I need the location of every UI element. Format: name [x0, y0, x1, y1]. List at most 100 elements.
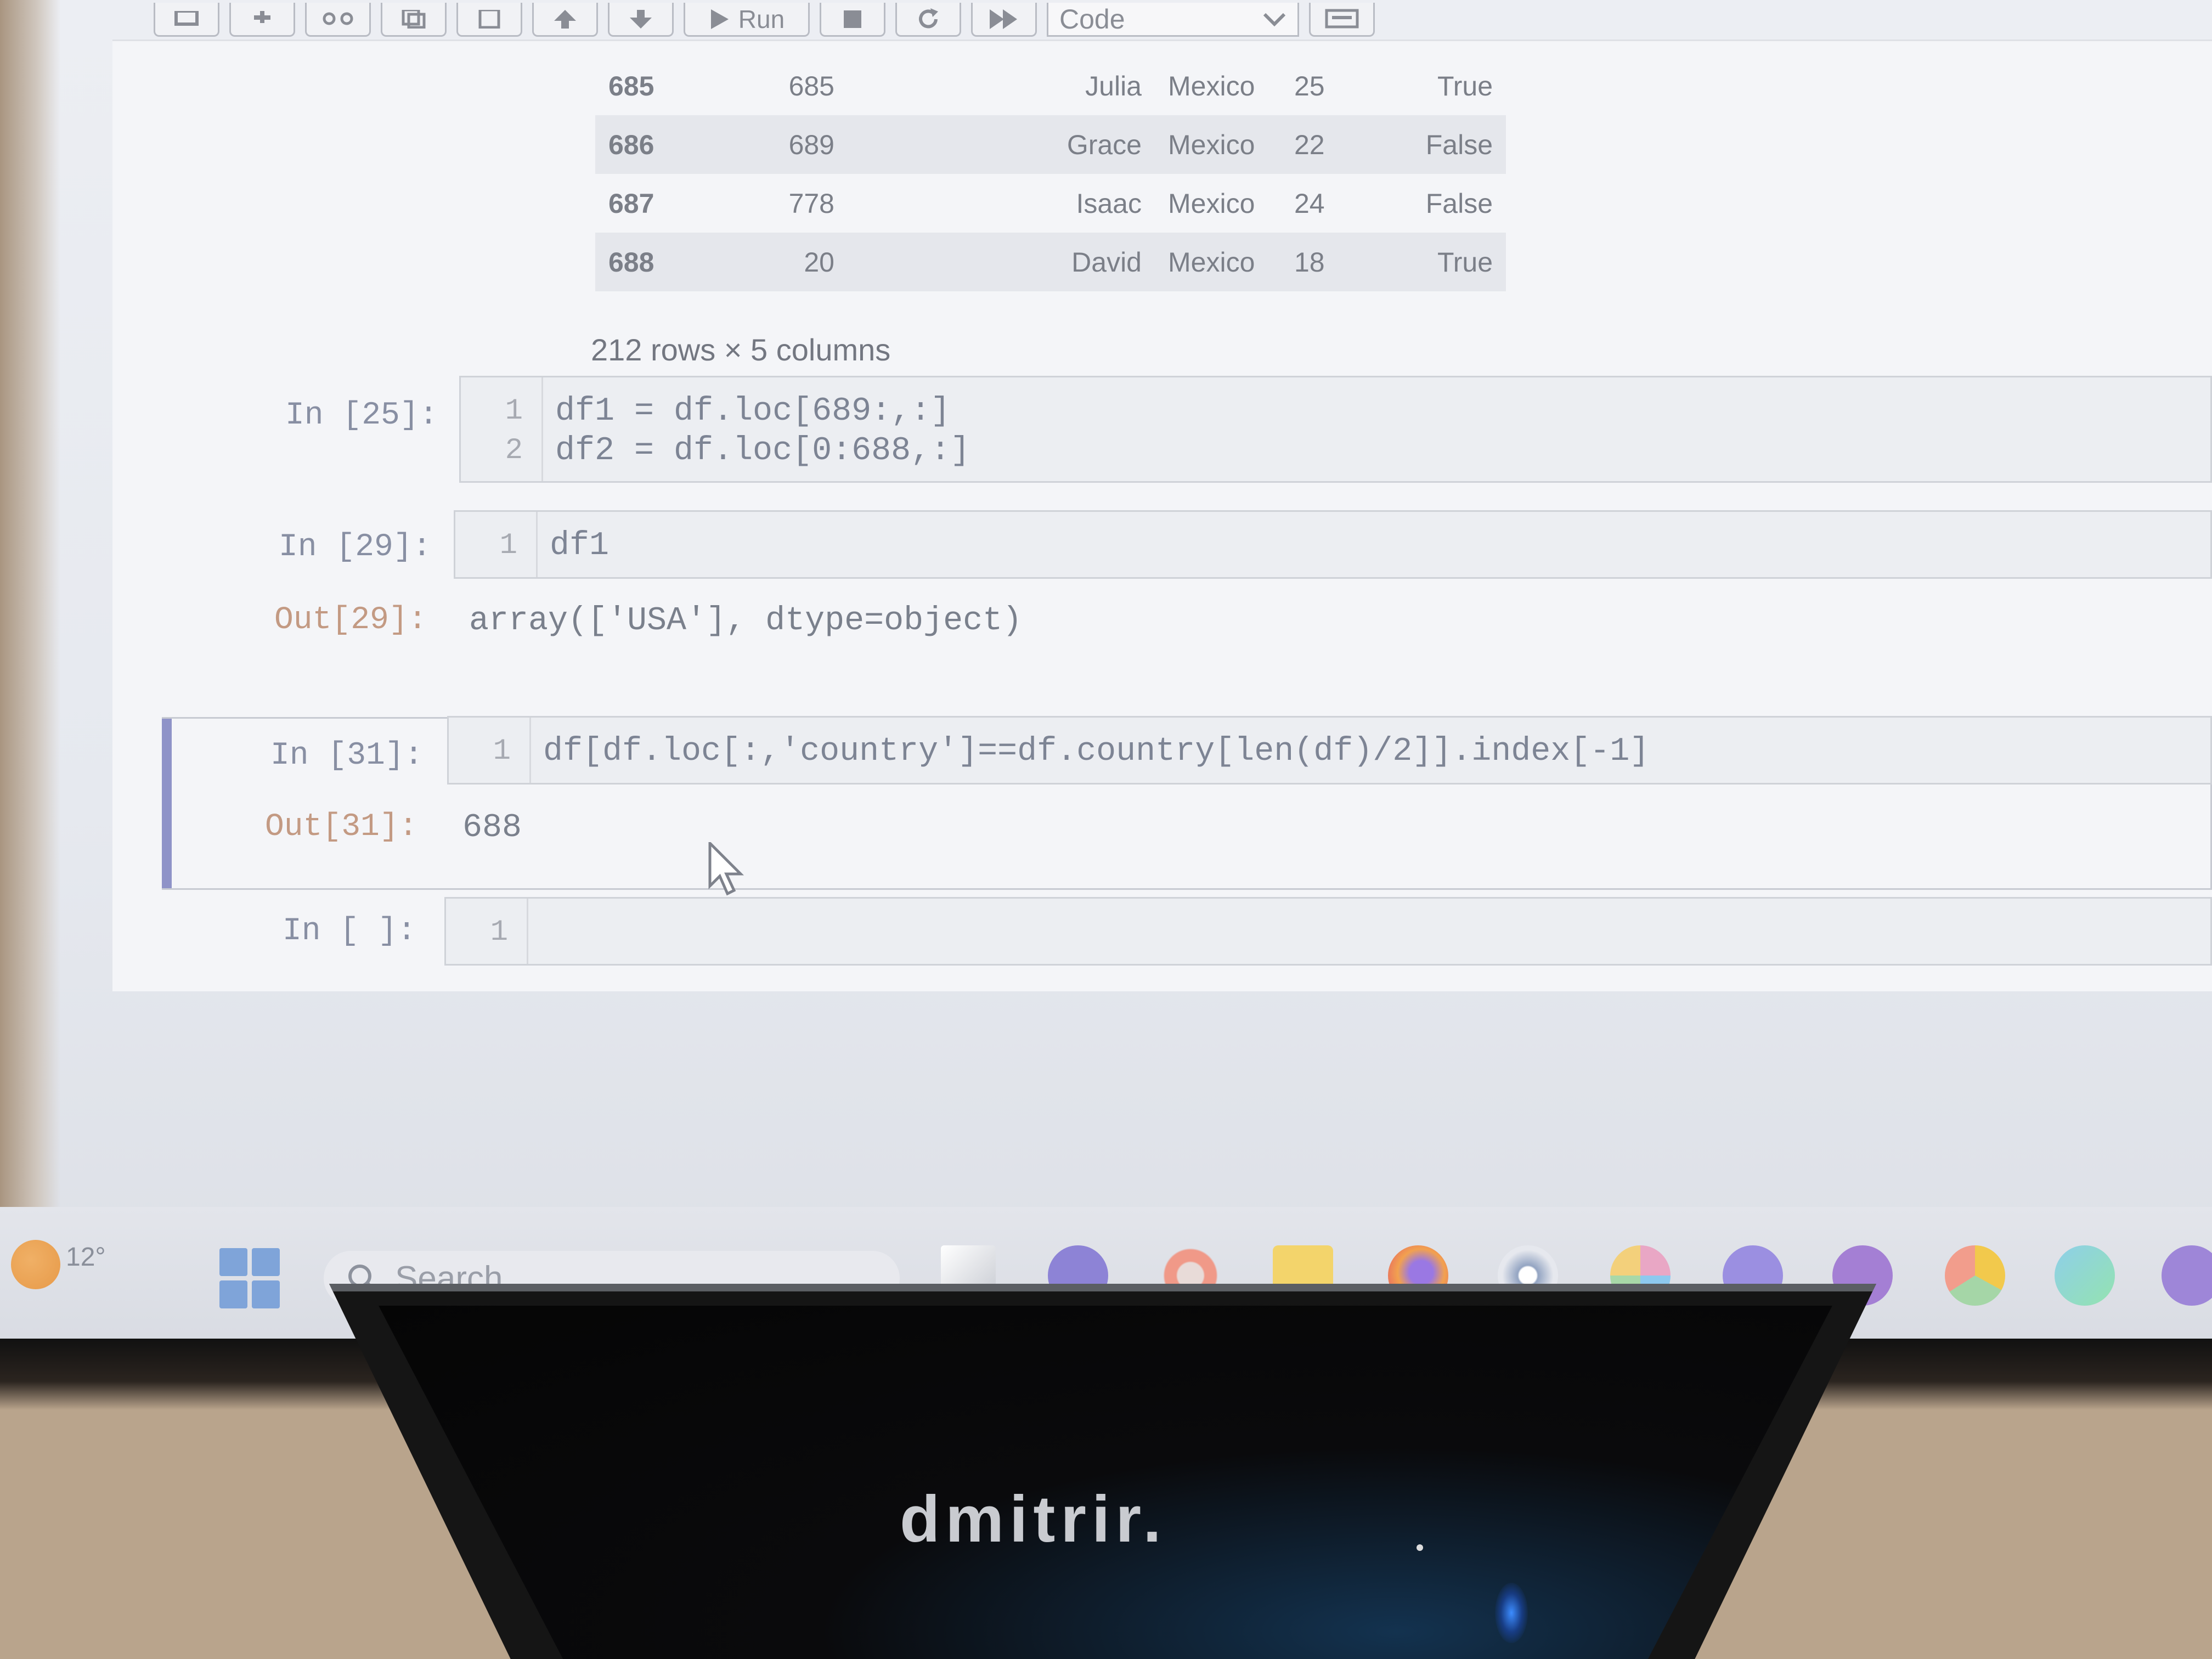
code-text: df[df.loc[:,'country']==df.country[len(d… [543, 733, 1650, 770]
table-cell-id: 685 [788, 70, 834, 101]
projected-screen: Run Code 685 685 Julia Mexico 25 True 686 689 Gr… [0, 0, 2212, 1350]
table-cell-flag: True [1437, 246, 1493, 278]
output-prompt: Out[29]: [274, 602, 427, 638]
paste-button[interactable] [456, 3, 522, 37]
cell-type-select[interactable]: Code [1047, 3, 1299, 37]
table-cell-name: Grace [1066, 129, 1142, 160]
fast-forward-icon [990, 9, 1017, 29]
cell-prompt: In [31]: [270, 738, 424, 774]
paste-icon [478, 9, 500, 29]
notebook-toolbar: Run Code [154, 0, 1375, 40]
code-input[interactable]: 1 2 df1 = df.loc[689:,:] df2 = df.loc[0:… [459, 376, 2212, 483]
table-cell-name: Julia [1085, 70, 1142, 101]
weather-widget[interactable]: 12° [11, 1240, 106, 1289]
code-input[interactable]: 1 df1 [454, 510, 2212, 579]
table-cell-age: 24 [1294, 188, 1325, 219]
table-cell-name: David [1071, 246, 1142, 278]
cell-prompt: In [29]: [279, 529, 432, 565]
chrome-icon[interactable] [1945, 1245, 2005, 1306]
table-cell-country: Mexico [1168, 70, 1255, 101]
cut-button[interactable] [305, 3, 371, 37]
copy-icon [402, 9, 426, 29]
restart-button[interactable] [895, 3, 961, 37]
command-palette-button[interactable] [1309, 3, 1375, 37]
line-numbers: 1 [449, 718, 531, 783]
notebook-page: 685 685 Julia Mexico 25 True 686 689 Grace Mexico… [112, 40, 2212, 991]
move-down-button[interactable] [608, 3, 674, 37]
cell-prompt: In [ ]: [283, 913, 416, 949]
code-input[interactable]: 1 [444, 897, 2212, 966]
line-numbers: 1 [455, 512, 538, 577]
table-cell-flag: False [1425, 129, 1493, 160]
cell-output: array(['USA'], dtype=object) [469, 602, 1023, 640]
code-cell-25: In [25]: 1 2 df1 = df.loc[689:,:] df2 = … [112, 376, 2212, 486]
table-cell-index: 686 [608, 129, 654, 160]
move-down-icon [630, 9, 652, 29]
line-numbers: 1 [446, 899, 528, 964]
cell-output: 688 [462, 809, 522, 847]
stop-icon [844, 10, 861, 28]
edge-icon[interactable] [2055, 1245, 2115, 1306]
add-icon [254, 10, 270, 23]
weather-temperature: 12° [66, 1243, 106, 1272]
table-cell-flag: False [1425, 188, 1493, 219]
laptop-light-dot [1417, 1544, 1423, 1551]
line-number: 2 [505, 434, 523, 467]
code-text: df1 = df.loc[689:,:] df2 = df.loc[0:688,… [555, 392, 970, 471]
cell-prompt: In [25]: [285, 398, 438, 433]
move-up-icon [554, 9, 576, 29]
table-cell-name: Isaac [1076, 188, 1142, 219]
windows-start-icon[interactable] [219, 1248, 280, 1308]
laptop-brand-text: dmitrir. [900, 1482, 1167, 1556]
chevron-down-icon [1263, 13, 1286, 26]
code-line: df1 = df.loc[689:,:] [555, 393, 951, 430]
table-cell-id: 778 [788, 188, 834, 219]
screen-edge [0, 0, 60, 1350]
table-cell-id: 689 [788, 129, 834, 160]
save-icon [174, 10, 199, 26]
code-text: df1 [550, 527, 610, 565]
insert-cell-button[interactable] [229, 3, 295, 37]
infinity-icon[interactable] [2162, 1245, 2212, 1306]
run-icon [710, 9, 729, 29]
restart-icon [919, 8, 938, 28]
dataframe-shape: 212 rows × 5 columns [591, 332, 891, 367]
table-cell-country: Mexico [1168, 188, 1255, 219]
table-cell-id: 20 [804, 246, 834, 278]
table-cell-age: 25 [1294, 70, 1325, 101]
cell-type-value: Code [1059, 3, 1125, 35]
mouse-pointer-icon [708, 842, 744, 896]
dataframe-output-table: 685 685 Julia Mexico 25 True 686 689 Grace Mexico… [595, 57, 1506, 291]
table-cell-country: Mexico [1168, 246, 1255, 278]
line-number: 1 [505, 394, 523, 428]
move-up-button[interactable] [532, 3, 598, 37]
table-row: 685 685 Julia Mexico 25 True [595, 57, 1506, 115]
table-cell-index: 685 [608, 70, 654, 101]
line-numbers: 1 2 [461, 377, 543, 481]
restart-run-all-button[interactable] [971, 3, 1037, 37]
code-cell-31: In [31]: 1 df[df.loc[:,'country']==df.co… [112, 678, 2212, 847]
stop-button[interactable] [820, 3, 885, 37]
table-cell-index: 688 [608, 246, 654, 278]
table-row: 686 689 Grace Mexico 22 False [595, 115, 1506, 174]
table-cell-age: 18 [1294, 246, 1325, 278]
table-cell-country: Mexico [1168, 129, 1255, 160]
code-line: df2 = df.loc[0:688,:] [555, 432, 970, 470]
code-cell-empty: In [ ]: 1 [112, 897, 2212, 974]
table-cell-index: 687 [608, 188, 654, 219]
copy-button[interactable] [381, 3, 447, 37]
cut-icon [323, 12, 353, 25]
laptop-blue-light [1495, 1583, 1528, 1643]
table-row: 687 778 Isaac Mexico 24 False [595, 174, 1506, 233]
code-input[interactable]: 1 df[df.loc[:,'country']==df.country[len… [447, 716, 2212, 785]
output-prompt: Out[31]: [265, 809, 418, 845]
table-row: 688 20 David Mexico 18 True [595, 233, 1506, 291]
weather-icon [11, 1240, 60, 1289]
code-cell-29: In [29]: 1 df1 Out[29]: array(['USA'], d… [112, 510, 2212, 669]
save-button[interactable] [154, 3, 219, 37]
keyboard-icon [1325, 9, 1359, 28]
run-label: Run [738, 4, 785, 33]
table-cell-flag: True [1437, 70, 1493, 101]
table-cell-age: 22 [1294, 129, 1325, 160]
run-button[interactable]: Run [684, 3, 810, 37]
